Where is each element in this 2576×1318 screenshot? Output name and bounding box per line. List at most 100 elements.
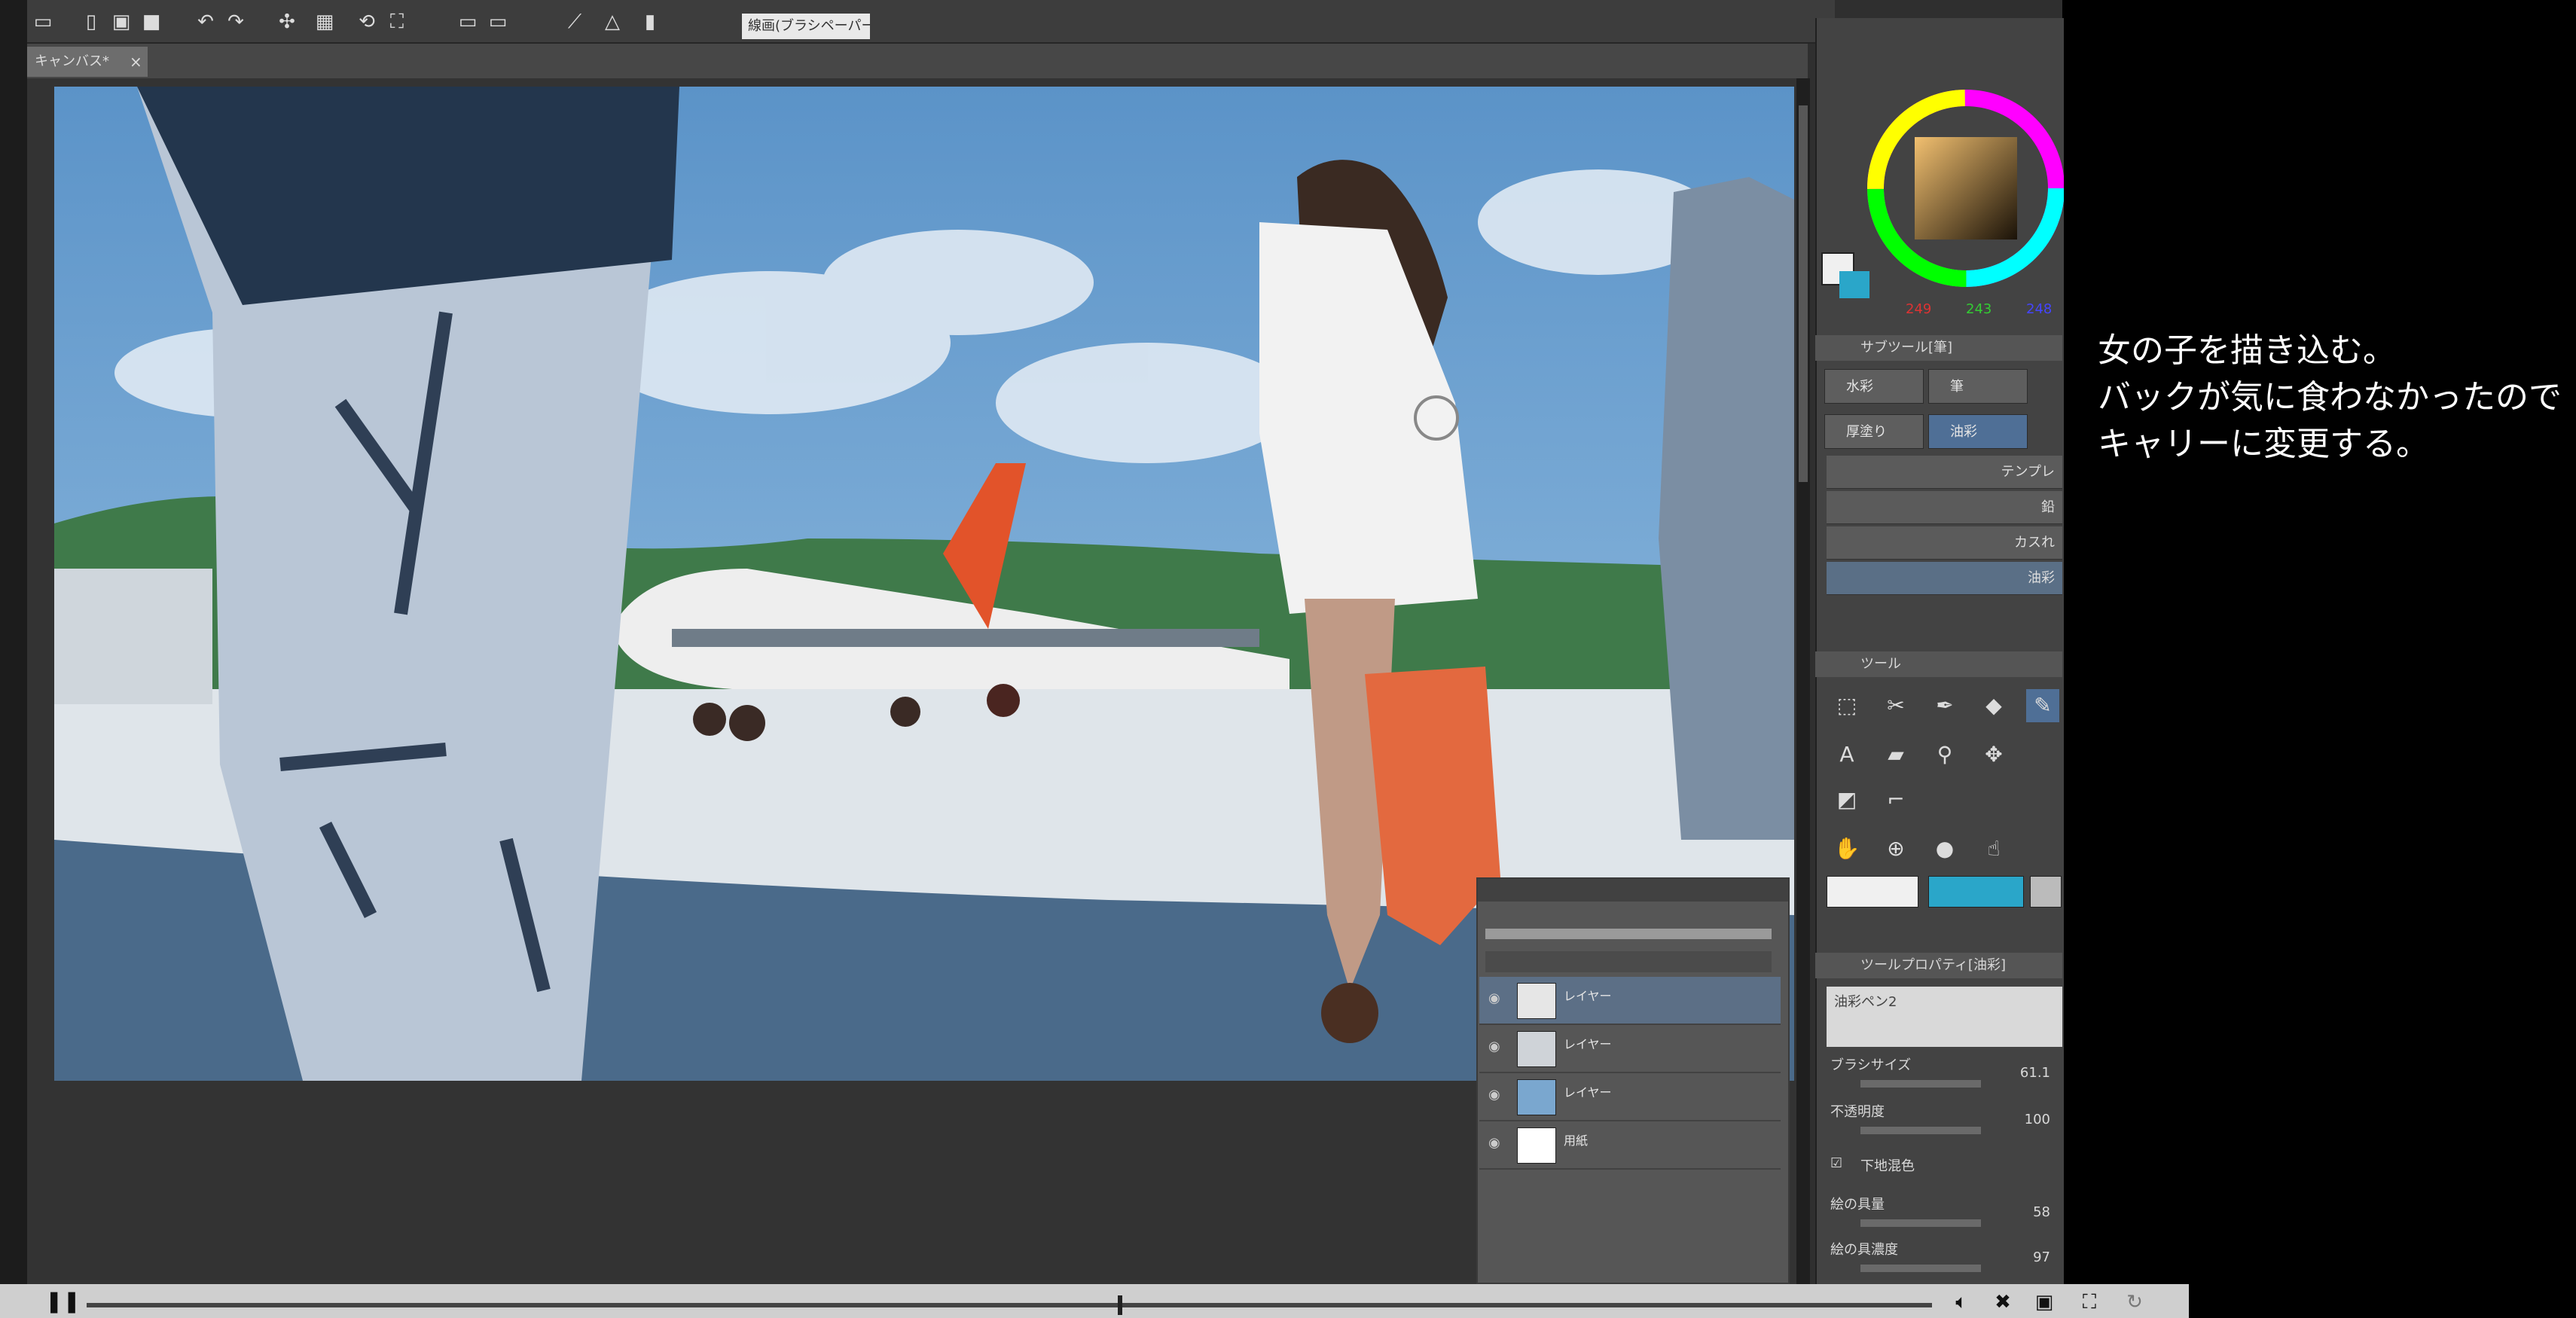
- prop-value[interactable]: 58: [2033, 1204, 2050, 1220]
- captions-icon[interactable]: ✖: [1988, 1289, 2017, 1315]
- layer-thumbnail: [1517, 1127, 1556, 1164]
- left-edge-bar: [0, 0, 27, 1284]
- blend-tool-icon[interactable]: ☝: [1977, 832, 2010, 865]
- sub-color-swatch[interactable]: [1839, 271, 1869, 298]
- brush-size-row[interactable]: ブラシサイズ 61.1: [1830, 1054, 2056, 1095]
- layer-thumbnail: [1517, 1079, 1556, 1115]
- layer-thumbnail: [1517, 1031, 1556, 1067]
- sub-tool-thick-paint[interactable]: 厚塗り: [1824, 414, 1924, 449]
- brush-preview-label: 油彩ペン2: [1834, 994, 1897, 1010]
- command-toolbar: ▭ ▯ ▣ ■ ↶ ↷ ✣ ▦ ⟲ ⛶ ▭ ▭ ⟋ △ ▮: [27, 0, 1835, 44]
- save-icon[interactable]: ■: [140, 11, 163, 33]
- layer-row[interactable]: ◉ レイヤー: [1479, 1073, 1781, 1121]
- text-tool-icon[interactable]: A: [1830, 738, 1863, 771]
- replay-icon[interactable]: ↻: [2120, 1289, 2149, 1315]
- caption-line: バックが気に食わなかったので: [2098, 378, 2562, 416]
- layer-opacity-slider[interactable]: [1485, 929, 1772, 939]
- rgb-blue-value: 248: [2026, 301, 2053, 317]
- cut-icon[interactable]: ▦: [313, 11, 336, 33]
- sub-color-bar[interactable]: [1928, 876, 2024, 908]
- expand-icon[interactable]: ⛶: [386, 11, 408, 33]
- sub-tool-oil[interactable]: 油彩: [1928, 414, 2028, 449]
- brush-preset[interactable]: カスれ: [1827, 526, 2062, 560]
- open-file-icon[interactable]: ▯: [80, 11, 102, 33]
- prop-slider[interactable]: [1860, 1127, 1981, 1134]
- prop-label: 絵の具量: [1830, 1197, 1885, 1213]
- new-file-icon[interactable]: ▭: [32, 11, 54, 33]
- color-wheel[interactable]: [1860, 83, 2064, 301]
- snap-ruler-icon[interactable]: ⟋: [563, 11, 586, 33]
- zoom-tool-icon[interactable]: ⊕: [1879, 832, 1912, 865]
- document-tab-bar: [27, 44, 1808, 78]
- layer-panel: ◉ レイヤー ◉ レイヤー ◉ レイヤー ◉ 用紙: [1476, 877, 1790, 1284]
- redo-icon[interactable]: ↷: [224, 11, 247, 33]
- snap-special-ruler-icon[interactable]: △: [601, 11, 624, 33]
- layer-name: レイヤー: [1564, 989, 1612, 1003]
- caption-line: 女の子を描き込む。: [2098, 331, 2396, 370]
- prop-label: 不透明度: [1830, 1104, 1885, 1120]
- volume-icon[interactable]: 🔈︎: [1947, 1289, 1976, 1315]
- frame-tool-icon[interactable]: ⌐: [1879, 783, 1912, 816]
- checkbox-icon[interactable]: ☑: [1830, 1155, 1842, 1171]
- opacity-row[interactable]: 不透明度 100: [1830, 1101, 2056, 1142]
- eraser-tool-icon[interactable]: ◆: [1977, 689, 2010, 722]
- lasso-tool-icon[interactable]: ✂: [1879, 689, 1912, 722]
- layer-thumbnail: [1517, 983, 1556, 1019]
- layer-name: レイヤー: [1564, 1085, 1612, 1100]
- figure-tool-icon[interactable]: ▰: [1879, 738, 1912, 771]
- eyedropper-tool-icon[interactable]: ⚲: [1928, 738, 1961, 771]
- layer-row[interactable]: ◉ レイヤー: [1479, 1025, 1781, 1073]
- prop-slider[interactable]: [1860, 1080, 1981, 1088]
- pen-tool-icon[interactable]: ✒: [1928, 689, 1961, 722]
- select-all-icon[interactable]: ▭: [456, 11, 479, 33]
- settings-icon[interactable]: ▣: [2030, 1289, 2059, 1315]
- layer-row[interactable]: ◉ レイヤー: [1479, 977, 1781, 1025]
- brush-preset[interactable]: テンプレ: [1827, 456, 2062, 489]
- main-color-bar[interactable]: [1827, 876, 1918, 908]
- select-tool-icon[interactable]: ⬚: [1830, 689, 1863, 722]
- tool-property-header: ツールプロパティ[油彩]: [1815, 953, 2062, 978]
- canvas-scrollbar-thumb[interactable]: [1799, 105, 1808, 482]
- open-folder-icon[interactable]: ▣: [110, 11, 133, 33]
- prop-slider[interactable]: [1860, 1265, 1981, 1272]
- layer-panel-tools: [1485, 951, 1772, 972]
- gradient-tool-icon[interactable]: ◩: [1830, 783, 1863, 816]
- visibility-icon[interactable]: ◉: [1488, 990, 1505, 1007]
- brush-tool-icon[interactable]: ✎: [2026, 689, 2059, 722]
- visibility-icon[interactable]: ◉: [1488, 1087, 1505, 1103]
- fill-tool-icon[interactable]: ●: [1928, 832, 1961, 865]
- undo-icon[interactable]: ↶: [194, 11, 217, 33]
- brush-preset[interactable]: 鉛: [1827, 491, 2062, 524]
- brush-preset[interactable]: 油彩: [1827, 562, 2062, 595]
- prop-value[interactable]: 97: [2033, 1249, 2050, 1265]
- layer-name-field[interactable]: 線画(ブラシペーパー): [742, 14, 870, 39]
- deselect-icon[interactable]: ▭: [487, 11, 509, 33]
- seek-bar[interactable]: [87, 1303, 1932, 1307]
- hand-tool-icon[interactable]: ✋: [1830, 832, 1863, 865]
- paint-amount-row[interactable]: 絵の具量 58: [1830, 1194, 2056, 1234]
- building: [54, 569, 212, 704]
- prop-value[interactable]: 100: [2025, 1112, 2050, 1127]
- sub-tool-brush[interactable]: 筆: [1928, 369, 2028, 404]
- layer-row[interactable]: ◉ 用紙: [1479, 1121, 1781, 1170]
- visibility-icon[interactable]: ◉: [1488, 1039, 1505, 1055]
- seek-thumb[interactable]: [1118, 1295, 1122, 1315]
- rgb-green-value: 243: [1966, 301, 1992, 317]
- prop-value[interactable]: 61.1: [2020, 1065, 2050, 1081]
- transform-icon[interactable]: ⟲: [356, 11, 378, 33]
- pause-icon[interactable]: ❚❚: [45, 1288, 81, 1315]
- transparent-color-icon[interactable]: [2030, 876, 2062, 908]
- move-tool-icon[interactable]: ✥: [1977, 738, 2010, 771]
- video-player-bar: [0, 1284, 2189, 1318]
- clear-icon[interactable]: ✣: [276, 11, 298, 33]
- close-tab-icon[interactable]: ×: [130, 47, 145, 77]
- visibility-icon[interactable]: ◉: [1488, 1135, 1505, 1152]
- sub-tool-panel-header: サブツール[筆]: [1815, 335, 2062, 361]
- snap-grid-icon[interactable]: ▮: [639, 11, 661, 33]
- fullscreen-icon[interactable]: ⛶: [2075, 1289, 2104, 1315]
- color-mixing-row[interactable]: ☑ 下地混色: [1830, 1152, 2056, 1193]
- prop-slider[interactable]: [1860, 1219, 1981, 1227]
- sub-tool-watercolor[interactable]: 水彩: [1824, 369, 1924, 404]
- paint-density-row[interactable]: 絵の具濃度 97: [1830, 1239, 2056, 1280]
- caption-text: 女の子を描き込む。 バックが気に食わなかったので キャリーに変更する。: [2098, 328, 2562, 468]
